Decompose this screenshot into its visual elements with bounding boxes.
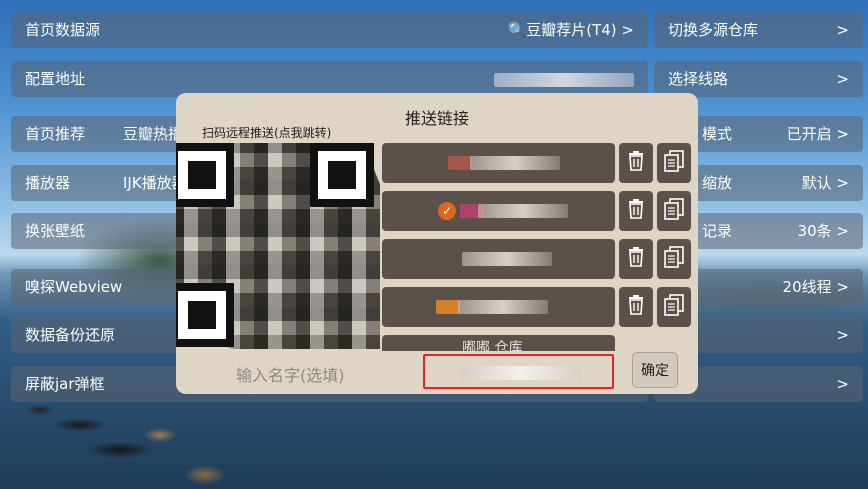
push-link-dialog: 推送链接 扫码远程推送(点我跳转) ✓: [176, 93, 698, 394]
setting-config-url[interactable]: 配置地址: [11, 61, 648, 97]
qr-code[interactable]: [176, 143, 380, 349]
setting-label: 数据备份还原: [25, 326, 116, 344]
blurred-label: [478, 204, 568, 218]
setting-label: 嗅探Webview: [25, 278, 123, 296]
copy-button[interactable]: [657, 191, 691, 231]
blurred-label: [458, 300, 548, 314]
link-item[interactable]: [382, 287, 615, 327]
copy-icon: [664, 150, 684, 176]
setting-value: 默认: [801, 174, 832, 192]
setting-label: 配置地址: [25, 70, 86, 88]
copy-button[interactable]: [657, 239, 691, 279]
copy-button[interactable]: [657, 143, 691, 183]
delete-button[interactable]: [619, 287, 653, 327]
qr-caption-link[interactable]: 扫码远程推送(点我跳转): [202, 124, 331, 141]
setting-switch-repo[interactable]: 切换多源仓库 >: [654, 12, 863, 48]
setting-select-line[interactable]: 选择线路 >: [654, 61, 863, 97]
chevron-right-icon: >: [836, 375, 849, 393]
setting-label: 首页推荐: [25, 125, 86, 143]
delete-button[interactable]: [619, 143, 653, 183]
setting-label: 屏蔽jar弹框: [25, 375, 105, 393]
qr-finder-pattern: [176, 143, 234, 207]
setting-value: 豆瓣热播: [123, 125, 184, 143]
list-item: [382, 143, 692, 183]
chevron-right-icon: >: [621, 21, 634, 39]
confirm-button[interactable]: 确定: [632, 352, 678, 388]
blurred-value: [494, 72, 634, 87]
delete-button[interactable]: [619, 191, 653, 231]
name-input[interactable]: [236, 361, 396, 389]
chevron-right-icon: >: [836, 125, 849, 143]
setting-label: 播放器: [25, 174, 71, 192]
setting-home-source[interactable]: 首页数据源 🔍豆瓣荐片(T4) >: [11, 12, 648, 48]
url-input[interactable]: [423, 354, 614, 389]
copy-icon: [664, 294, 684, 320]
chevron-right-icon: >: [836, 278, 849, 296]
link-item[interactable]: [382, 239, 615, 279]
setting-label: 选择线路: [668, 70, 729, 88]
link-item[interactable]: 嘟嘟 仓库: [382, 335, 615, 351]
copy-button[interactable]: [657, 287, 691, 327]
chevron-right-icon: >: [836, 21, 849, 39]
item-color-tag: [448, 156, 472, 170]
blurred-label: [462, 252, 552, 266]
link-item[interactable]: [382, 143, 615, 183]
setting-label: 记录: [702, 222, 733, 240]
trash-icon: [627, 199, 645, 223]
trash-icon: [627, 247, 645, 271]
list-item-partial: 嘟嘟 仓库: [382, 335, 692, 351]
list-item: [382, 239, 692, 279]
qr-finder-pattern: [176, 283, 234, 347]
setting-label: 缩放: [702, 174, 733, 192]
item-label: 嘟嘟 仓库: [462, 340, 523, 351]
chevron-right-icon: >: [836, 70, 849, 88]
trash-icon: [627, 151, 645, 175]
check-circle-icon: ✓: [438, 202, 456, 220]
qr-finder-pattern: [310, 143, 374, 207]
chevron-right-icon: >: [836, 326, 849, 344]
chevron-right-icon: >: [836, 174, 849, 192]
copy-icon: [664, 198, 684, 224]
setting-label: 切换多源仓库: [668, 21, 759, 39]
setting-value: 30条: [797, 222, 832, 240]
list-item: [382, 287, 692, 327]
blurred-label: [470, 156, 560, 170]
link-item-selected[interactable]: ✓: [382, 191, 615, 231]
setting-label: 换张壁纸: [25, 222, 86, 240]
setting-value: 20线程: [782, 278, 832, 296]
chevron-right-icon: >: [836, 222, 849, 240]
setting-label: 模式: [702, 125, 733, 143]
trash-icon: [627, 295, 645, 319]
blurred-url: [461, 366, 581, 380]
setting-value: 🔍豆瓣荐片(T4): [507, 21, 617, 39]
delete-button[interactable]: [619, 239, 653, 279]
list-item: ✓: [382, 191, 692, 231]
setting-label: 首页数据源: [25, 21, 101, 39]
item-color-tag: [436, 300, 460, 314]
copy-icon: [664, 246, 684, 272]
setting-value: 已开启: [786, 125, 832, 143]
